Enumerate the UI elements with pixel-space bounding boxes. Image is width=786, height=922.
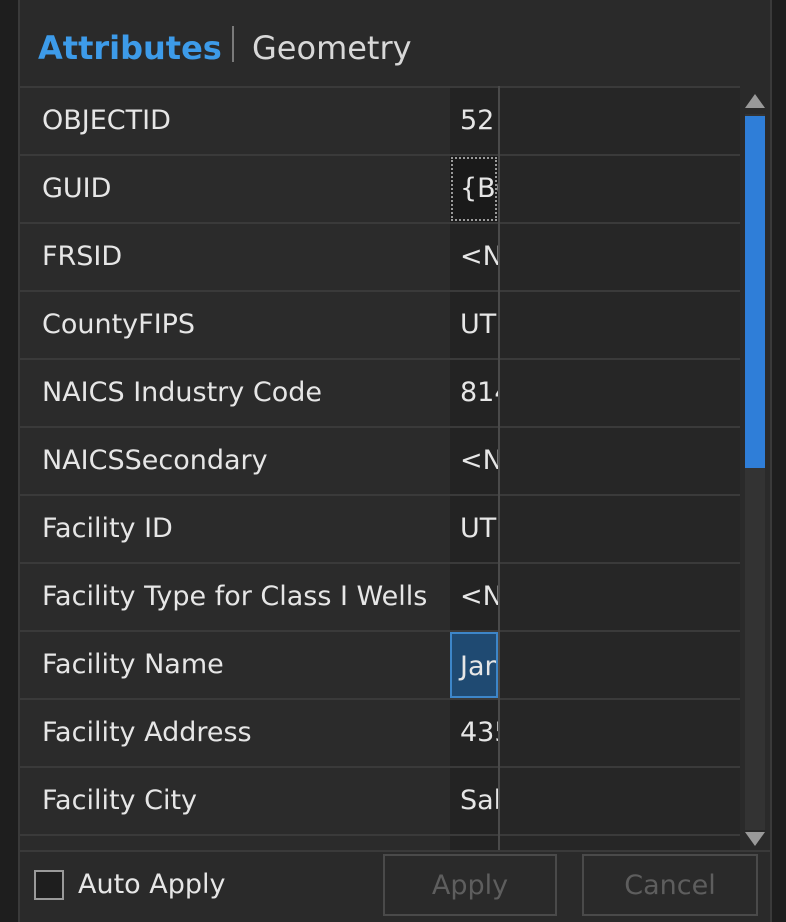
empty-cell xyxy=(500,632,740,698)
field-value[interactable]: UT xyxy=(450,496,498,562)
tab-separator xyxy=(232,26,234,62)
table-row[interactable]: OBJECTID 52 xyxy=(20,86,740,154)
field-value[interactable]: 814 xyxy=(450,360,498,426)
table-row[interactable]: FRSID <N xyxy=(20,222,740,290)
empty-cell xyxy=(500,428,740,494)
table-row[interactable]: NAICSSecondary <N xyxy=(20,426,740,494)
table-row[interactable]: Facility City Sal xyxy=(20,766,740,834)
apply-button[interactable]: Apply xyxy=(383,854,557,916)
tab-geometry[interactable]: Geometry xyxy=(252,26,412,70)
field-name: Facility Address xyxy=(20,700,450,766)
field-name: NAICS Industry Code xyxy=(20,360,450,426)
empty-cell xyxy=(500,88,740,154)
field-name: CountyFIPS xyxy=(20,292,450,358)
field-name: Facility Type for Class I Wells xyxy=(20,564,450,630)
field-name: FRSID xyxy=(20,224,450,290)
field-value[interactable]: <N xyxy=(450,428,498,494)
empty-cell xyxy=(500,360,740,426)
empty-cell xyxy=(500,564,740,630)
table-row[interactable]: Facility Address 435 xyxy=(20,698,740,766)
field-name xyxy=(20,836,450,850)
auto-apply-checkbox[interactable] xyxy=(34,870,64,900)
field-value-focused[interactable]: {B0 xyxy=(450,156,498,222)
field-value[interactable]: <N xyxy=(450,564,498,630)
attribute-grid: OBJECTID 52 GUID {B0 FRSID <N CountyFIPS… xyxy=(20,86,740,850)
scroll-thumb[interactable] xyxy=(745,116,765,468)
table-row[interactable]: Facility Type for Class I Wells <N xyxy=(20,562,740,630)
field-value[interactable] xyxy=(450,836,498,850)
tab-attributes[interactable]: Attributes xyxy=(38,26,222,70)
footer-bar: Auto Apply Apply Cancel xyxy=(20,850,770,922)
table-row[interactable]: CountyFIPS UT xyxy=(20,290,740,358)
empty-cell xyxy=(500,156,740,222)
table-row[interactable]: Facility ID UT xyxy=(20,494,740,562)
field-value[interactable]: 52 xyxy=(450,88,498,154)
empty-cell xyxy=(500,224,740,290)
table-row[interactable]: NAICS Industry Code 814 xyxy=(20,358,740,426)
field-name: Facility Name xyxy=(20,632,450,698)
field-name: OBJECTID xyxy=(20,88,450,154)
scroll-down-arrow-icon[interactable] xyxy=(745,832,765,846)
table-row[interactable]: Facility Name Jan xyxy=(20,630,740,698)
field-value-selected[interactable]: Jan xyxy=(450,632,498,698)
tab-bar: Attributes Geometry xyxy=(20,0,770,86)
empty-cell xyxy=(500,292,740,358)
field-name: Facility ID xyxy=(20,496,450,562)
empty-cell xyxy=(500,768,740,834)
table-row[interactable]: GUID {B0 xyxy=(20,154,740,222)
field-value[interactable]: <N xyxy=(450,224,498,290)
scroll-up-arrow-icon[interactable] xyxy=(745,94,765,108)
field-name: NAICSSecondary xyxy=(20,428,450,494)
vertical-scrollbar[interactable] xyxy=(740,86,770,850)
empty-cell xyxy=(500,496,740,562)
field-value[interactable]: Sal xyxy=(450,768,498,834)
column-separator[interactable] xyxy=(498,86,500,850)
cancel-button[interactable]: Cancel xyxy=(582,854,758,916)
field-value[interactable]: 435 xyxy=(450,700,498,766)
table-row[interactable] xyxy=(20,834,740,850)
auto-apply-label[interactable]: Auto Apply xyxy=(78,866,226,904)
field-name: GUID xyxy=(20,156,450,222)
empty-cell xyxy=(500,700,740,766)
field-value[interactable]: UT xyxy=(450,292,498,358)
field-name: Facility City xyxy=(20,768,450,834)
empty-cell xyxy=(500,836,740,850)
attributes-pane: Attributes Geometry OBJECTID 52 GUID {B0… xyxy=(0,0,786,922)
